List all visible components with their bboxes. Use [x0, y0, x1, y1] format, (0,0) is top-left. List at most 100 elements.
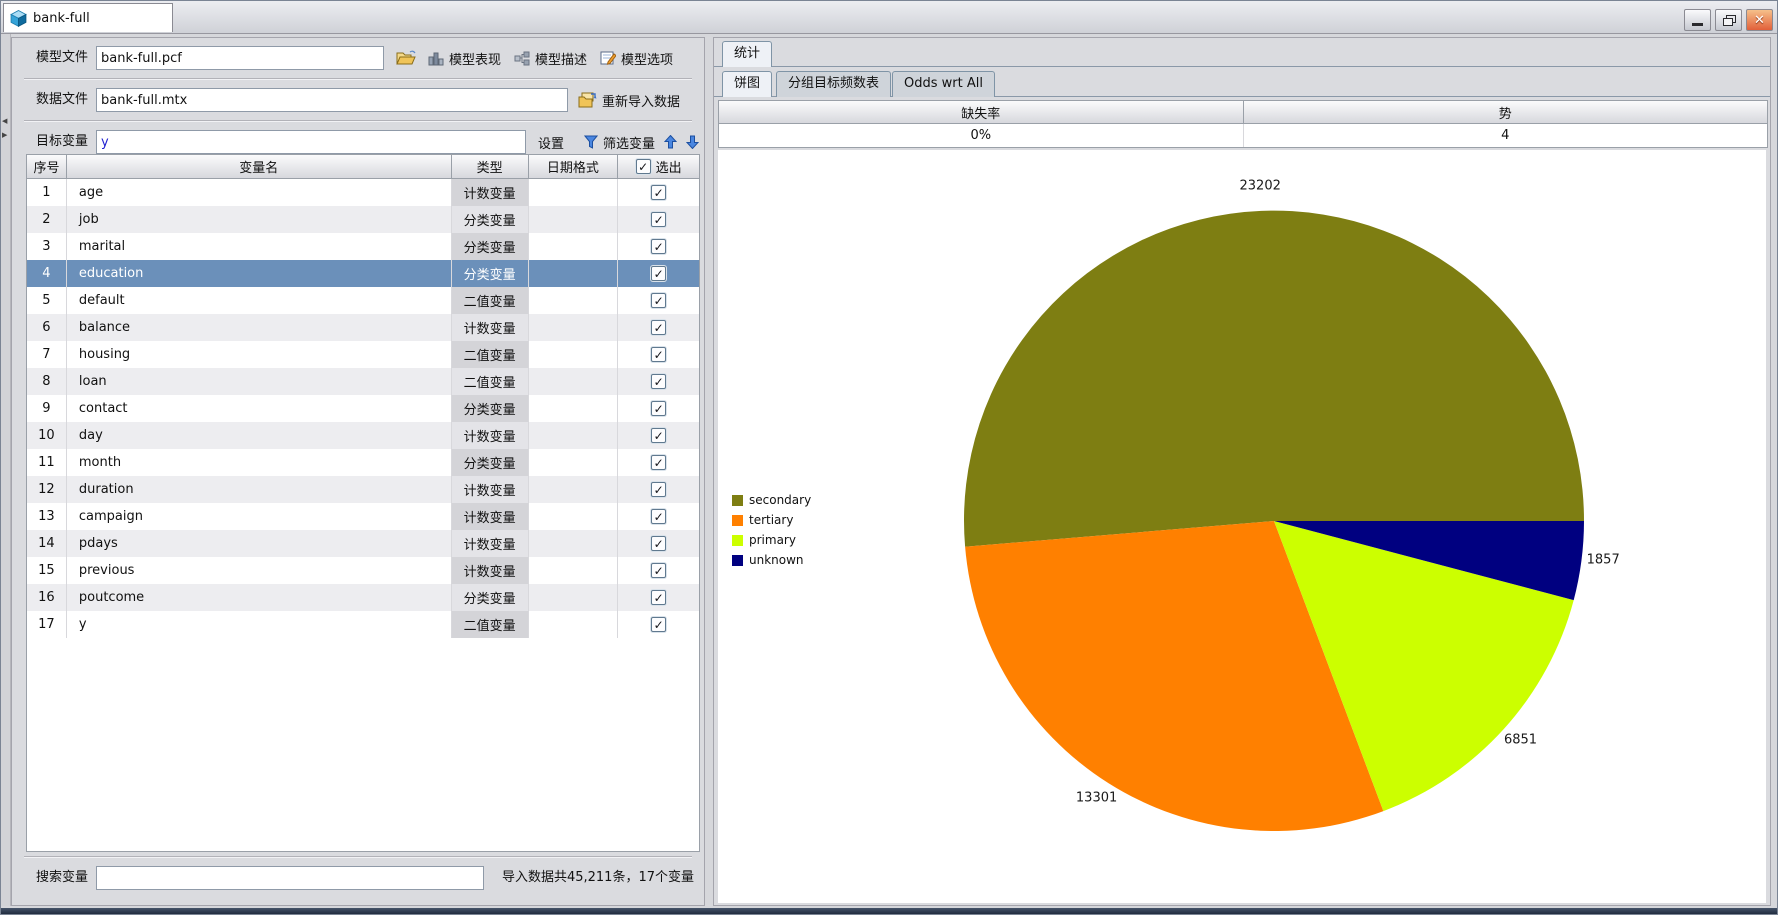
open-model-button[interactable] [396, 46, 416, 70]
move-up-button[interactable] [662, 130, 678, 154]
row-variable-name: balance [67, 314, 452, 341]
table-row[interactable]: 13campaign计数变量✓ [27, 503, 699, 530]
row-date-format [529, 449, 619, 476]
legend-label: primary [749, 533, 796, 547]
table-row[interactable]: 6balance计数变量✓ [27, 314, 699, 341]
row-checkbox[interactable]: ✓ [651, 212, 666, 227]
row-checkbox[interactable]: ✓ [651, 266, 666, 281]
legend-item-primary: primary [732, 530, 811, 550]
row-variable-name: poutcome [67, 584, 452, 611]
row-type: 计数变量 [452, 557, 529, 584]
panel-splitter[interactable] [705, 34, 713, 906]
row-selected-cell: ✓ [618, 233, 699, 260]
row-checkbox[interactable]: ✓ [651, 239, 666, 254]
close-button[interactable]: ✕ [1746, 9, 1773, 31]
row-checkbox[interactable]: ✓ [651, 509, 666, 524]
tab-odds-wrt-all[interactable]: Odds wrt All [892, 71, 995, 97]
row-checkbox[interactable]: ✓ [651, 185, 666, 200]
row-checkbox[interactable]: ✓ [651, 320, 666, 335]
table-row[interactable]: 8loan二值变量✓ [27, 368, 699, 395]
model-options-button[interactable]: 模型选项 [600, 46, 673, 70]
model-performance-label: 模型表现 [449, 49, 501, 68]
chart-legend: secondarytertiaryprimaryunknown [732, 490, 811, 570]
header-type[interactable]: 类型 [452, 155, 529, 179]
row-checkbox[interactable]: ✓ [651, 455, 666, 470]
table-row[interactable]: 1age计数变量✓ [27, 179, 699, 206]
row-checkbox[interactable]: ✓ [651, 347, 666, 362]
row-checkbox[interactable]: ✓ [651, 563, 666, 578]
reimport-data-button[interactable]: 重新导入数据 [578, 88, 680, 112]
row-checkbox[interactable]: ✓ [651, 590, 666, 605]
row-variable-name: age [67, 179, 452, 206]
select-all-checkbox[interactable]: ✓ [636, 159, 651, 174]
header-selected[interactable]: ✓ 选出 [618, 155, 699, 179]
row-num: 7 [27, 341, 67, 368]
row-variable-name: duration [67, 476, 452, 503]
reimport-folder-icon [578, 92, 597, 108]
window-title-tab[interactable]: bank-full [3, 3, 173, 32]
row-num: 5 [27, 287, 67, 314]
legend-swatch-icon [732, 535, 743, 546]
expand-right-icon[interactable]: ▶ [2, 132, 7, 139]
minimize-button[interactable] [1684, 9, 1711, 31]
table-row[interactable]: 7housing二值变量✓ [27, 341, 699, 368]
row-date-format [529, 476, 619, 503]
row-num: 6 [27, 314, 67, 341]
row-checkbox[interactable]: ✓ [651, 536, 666, 551]
search-variable-input[interactable] [96, 866, 484, 890]
row-type: 分类变量 [452, 449, 529, 476]
row-variable-name: job [67, 206, 452, 233]
table-row[interactable]: 5default二值变量✓ [27, 287, 699, 314]
model-file-input[interactable] [96, 46, 384, 70]
table-row[interactable]: 15previous计数变量✓ [27, 557, 699, 584]
data-file-input[interactable] [96, 88, 568, 112]
restore-button[interactable] [1715, 9, 1742, 31]
pie-slice-secondary [964, 211, 1584, 547]
row-date-format [529, 395, 619, 422]
tab-pie-chart[interactable]: 饼图 [722, 71, 772, 97]
table-row[interactable]: 4education分类变量✓ [27, 260, 699, 287]
table-row[interactable]: 14pdays计数变量✓ [27, 530, 699, 557]
filter-variables-button[interactable]: 筛选变量 [584, 130, 655, 154]
close-icon: ✕ [1754, 14, 1765, 27]
collapse-left-icon[interactable]: ◀ [2, 118, 7, 125]
row-selected-cell: ✓ [618, 611, 699, 638]
legend-item-secondary: secondary [732, 490, 811, 510]
row-checkbox[interactable]: ✓ [651, 428, 666, 443]
row-variable-name: housing [67, 341, 452, 368]
table-row[interactable]: 16poutcome分类变量✓ [27, 584, 699, 611]
model-description-label: 模型描述 [535, 49, 587, 68]
table-row[interactable]: 3marital分类变量✓ [27, 233, 699, 260]
table-row[interactable]: 2job分类变量✓ [27, 206, 699, 233]
row-checkbox[interactable]: ✓ [651, 374, 666, 389]
row-variable-name: pdays [67, 530, 452, 557]
table-row[interactable]: 12duration计数变量✓ [27, 476, 699, 503]
tab-statistics[interactable]: 统计 [722, 41, 772, 67]
row-checkbox[interactable]: ✓ [651, 617, 666, 632]
table-row[interactable]: 11month分类变量✓ [27, 449, 699, 476]
header-num[interactable]: 序号 [27, 155, 67, 179]
row-variable-name: loan [67, 368, 452, 395]
row-type: 分类变量 [452, 395, 529, 422]
row-num: 14 [27, 530, 67, 557]
table-row[interactable]: 10day计数变量✓ [27, 422, 699, 449]
row-checkbox[interactable]: ✓ [651, 293, 666, 308]
model-description-button[interactable]: 模型描述 [514, 46, 587, 70]
row-checkbox[interactable]: ✓ [651, 401, 666, 416]
table-row[interactable]: 9contact分类变量✓ [27, 395, 699, 422]
edit-options-icon [600, 50, 616, 66]
row-variable-name: marital [67, 233, 452, 260]
model-performance-button[interactable]: 模型表现 [428, 46, 501, 70]
row-num: 10 [27, 422, 67, 449]
settings-button[interactable]: 设置 [538, 130, 564, 154]
header-name[interactable]: 变量名 [67, 155, 452, 179]
tab-grouped-target-frequency[interactable]: 分组目标频数表 [776, 71, 891, 97]
row-num: 8 [27, 368, 67, 395]
table-row[interactable]: 17y二值变量✓ [27, 611, 699, 638]
row-checkbox[interactable]: ✓ [651, 482, 666, 497]
target-variable-input[interactable] [96, 130, 526, 154]
row-num: 17 [27, 611, 67, 638]
move-down-button[interactable] [684, 130, 700, 154]
filter-funnel-icon [584, 135, 598, 149]
header-date-format[interactable]: 日期格式 [529, 155, 619, 179]
